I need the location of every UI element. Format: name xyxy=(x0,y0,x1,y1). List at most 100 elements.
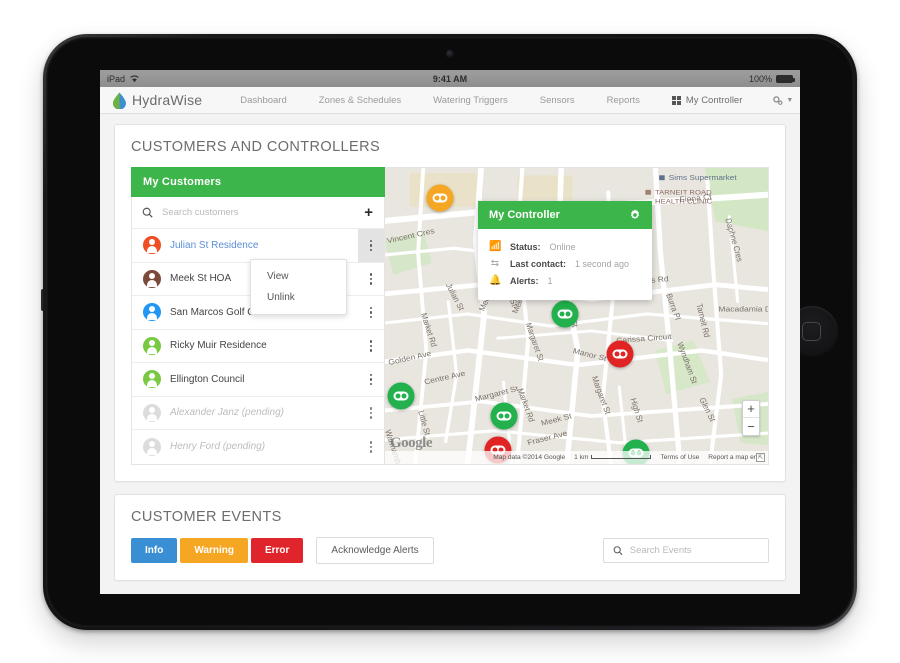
map-data-attribution: Map data ©2014 Google xyxy=(493,453,566,461)
nav-item-watering-triggers[interactable]: Watering Triggers xyxy=(417,95,524,106)
map-marker-green-1[interactable] xyxy=(551,300,579,328)
customer-name-label: Ricky Muir Residence xyxy=(170,340,267,352)
page-title: CUSTOMERS AND CONTROLLERS xyxy=(131,139,381,155)
customer-row-alexander-janz[interactable]: Alexander Janz (pending) xyxy=(132,396,384,430)
search-icon xyxy=(613,545,623,555)
filter-info-button[interactable]: Info xyxy=(131,537,178,563)
map-marker-red-1[interactable] xyxy=(606,340,634,368)
scale-bar-line xyxy=(591,455,652,459)
page-content: CUSTOMERS AND CONTROLLERS My Customers S… xyxy=(100,114,800,581)
nav-item-dashboard[interactable]: Dashboard xyxy=(224,95,302,106)
status-bar-right: 100% xyxy=(748,73,795,84)
acknowledge-alerts-button[interactable]: Acknowledge Alerts xyxy=(316,536,434,564)
controller-glyph-icon xyxy=(432,193,448,203)
context-menu-item-unlink[interactable]: Unlink xyxy=(251,287,346,308)
controller-glyph-icon xyxy=(557,309,573,319)
settings-menu[interactable]: ▼ xyxy=(758,95,800,106)
avatar xyxy=(143,437,161,456)
gears-icon xyxy=(773,95,783,105)
controller-selector-label: My Controller xyxy=(685,94,743,106)
nav-item-sensors[interactable]: Sensors xyxy=(524,95,591,106)
customer-row-ricky-muir-residence[interactable]: Ricky Muir Residence xyxy=(132,329,384,363)
events-search-box xyxy=(603,537,769,563)
home-square-icon xyxy=(802,322,821,341)
brand-logo[interactable]: HydraWise xyxy=(112,92,202,109)
customers-controllers-card: CUSTOMERS AND CONTROLLERS My Customers S… xyxy=(114,124,786,482)
front-camera xyxy=(446,50,454,58)
controllers-map[interactable]: Fiona Ct Shaws Rd Carissa Circuit Daphne… xyxy=(385,167,769,465)
map-marker-orange[interactable] xyxy=(426,184,454,212)
zoom-out-button[interactable]: − xyxy=(743,418,759,435)
map-attribution-bar: Map data ©2014 Google 1 km Terms of Use … xyxy=(385,450,768,464)
row-menu-button[interactable] xyxy=(358,296,384,330)
row-menu-button[interactable] xyxy=(358,329,384,363)
screen-bezel: iPad 9:41 AM 100% HydraWise Dashboard Zo… xyxy=(100,70,800,594)
customer-name-label: Alexander Janz (pending) xyxy=(170,407,284,419)
customer-events-card: CUSTOMER EVENTS Info Warning Error Ackno… xyxy=(114,493,786,581)
brand-name-label: HydraWise xyxy=(132,92,203,108)
terms-of-use-link[interactable]: Terms of Use xyxy=(660,454,699,461)
row-menu-button[interactable] xyxy=(358,262,384,296)
popup-line-last-contact: ⇆ Last contact: 1 second ago xyxy=(489,255,641,272)
controller-info-popup: My Controller 📶 Status: Online ⇆ Last co… xyxy=(478,201,652,300)
map-marker-green-2[interactable] xyxy=(387,382,415,410)
svg-text:HEALTH CLINIC: HEALTH CLINIC xyxy=(655,197,712,205)
customer-row-julian-st-residence[interactable]: Julian St Residence View Unlink xyxy=(132,228,384,315)
row-menu-button[interactable] xyxy=(358,430,384,464)
map-marker-green-3[interactable] xyxy=(490,402,518,430)
chevron-down-icon: ▼ xyxy=(786,96,794,104)
gear-icon[interactable] xyxy=(629,209,641,221)
bell-icon: 🔔 xyxy=(489,275,502,286)
svg-text:Macadamia Dr: Macadamia Dr xyxy=(718,305,768,313)
zoom-in-button[interactable]: + xyxy=(743,401,759,418)
avatar xyxy=(143,403,161,422)
signal-icon: 📶 xyxy=(489,241,502,252)
popup-body: 📶 Status: Online ⇆ Last contact: 1 secon… xyxy=(478,229,652,300)
nav-item-reports[interactable]: Reports xyxy=(591,95,656,106)
customer-row-henry-ford[interactable]: Henry Ford (pending) xyxy=(132,430,384,464)
app-navbar: HydraWise Dashboard Zones & Schedules Wa… xyxy=(100,87,800,114)
map-scale-label: 1 km xyxy=(574,453,589,461)
grid-icon xyxy=(671,95,681,105)
status-value: Online xyxy=(549,241,576,252)
row-menu-button[interactable] xyxy=(358,363,384,397)
context-menu-item-view[interactable]: View xyxy=(251,266,346,287)
avatar xyxy=(143,269,161,288)
nav-item-zones-schedules[interactable]: Zones & Schedules xyxy=(303,95,417,106)
popup-title: My Controller xyxy=(489,209,560,221)
controller-selector[interactable]: My Controller xyxy=(656,95,759,106)
water-droplet-icon xyxy=(113,92,126,109)
customer-name-label: Julian St Residence xyxy=(170,239,259,251)
customer-name-label: Ellington Council xyxy=(170,373,245,385)
side-button xyxy=(41,289,45,311)
map-fullscreen-button[interactable]: ⇱ xyxy=(756,452,765,462)
svg-text:Sims Supermarket: Sims Supermarket xyxy=(669,174,738,182)
map-scale-bar: 1 km xyxy=(574,453,652,461)
search-events-input[interactable] xyxy=(629,544,759,556)
customer-row-ellington-council[interactable]: Ellington Council xyxy=(132,363,384,397)
last-contact-value: 1 second ago xyxy=(575,258,630,269)
avatar xyxy=(143,236,161,255)
row-menu-button[interactable] xyxy=(358,396,384,430)
status-label: Status: xyxy=(510,241,541,252)
avatar xyxy=(143,303,161,322)
app-screen: iPad 9:41 AM 100% HydraWise Dashboard Zo… xyxy=(100,70,800,594)
search-customers-input[interactable] xyxy=(162,207,355,218)
popup-line-status: 📶 Status: Online xyxy=(489,238,641,255)
customers-panel: My Customers + xyxy=(131,167,385,465)
avatar xyxy=(143,370,161,389)
filter-error-button[interactable]: Error xyxy=(250,537,304,563)
customer-name-label: Henry Ford (pending) xyxy=(170,441,266,453)
screenshot-root: iPad 9:41 AM 100% HydraWise Dashboard Zo… xyxy=(0,0,900,663)
ios-status-bar: iPad 9:41 AM 100% xyxy=(100,70,800,87)
map-zoom-controls: + − xyxy=(742,399,760,436)
last-contact-label: Last contact: xyxy=(510,258,567,269)
popup-header: My Controller xyxy=(478,201,652,229)
status-bar-time: 9:41 AM xyxy=(432,73,468,84)
battery-percent-label: 100% xyxy=(748,73,772,84)
row-menu-button[interactable] xyxy=(358,228,384,262)
filter-warning-button[interactable]: Warning xyxy=(180,537,248,563)
controller-glyph-icon xyxy=(612,349,628,359)
row-context-menu: View Unlink xyxy=(250,259,347,315)
add-customer-button[interactable]: + xyxy=(363,205,374,220)
